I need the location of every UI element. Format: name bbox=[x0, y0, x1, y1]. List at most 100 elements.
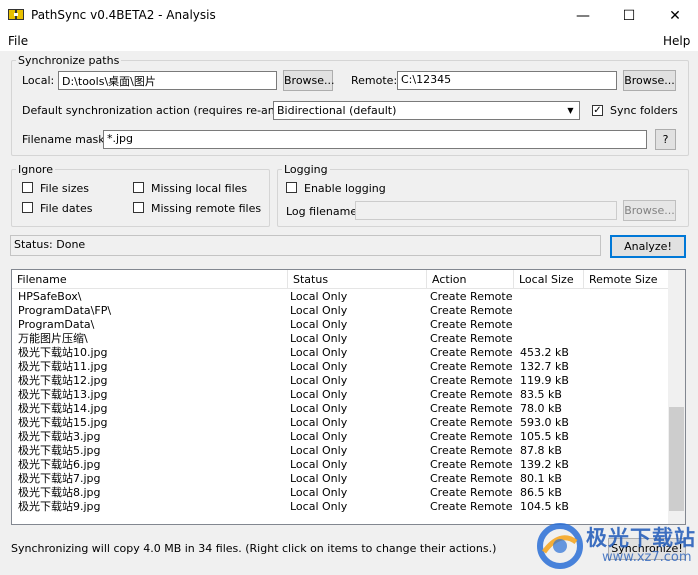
cell-filename: 万能图片压缩\ bbox=[18, 332, 88, 345]
table-row[interactable]: HPSafeBox\ Local Only Create Remote bbox=[12, 290, 670, 304]
app-icon bbox=[8, 9, 24, 20]
cell-status: Local Only bbox=[290, 388, 348, 401]
ignore-legend: Ignore bbox=[18, 163, 53, 176]
log-filename-label: Log filename: bbox=[286, 205, 361, 218]
analyze-button[interactable]: Analyze! bbox=[610, 235, 686, 258]
file-list[interactable]: Filename Status Action Local Size Remote… bbox=[11, 269, 686, 525]
table-row[interactable]: 极光下载站12.jpg Local Only Create Remote 119.9 … bbox=[12, 374, 670, 388]
table-row[interactable]: 极光下载站10.jpg Local Only Create Remote 453.2 … bbox=[12, 346, 670, 360]
mask-help-button[interactable]: ? bbox=[655, 129, 676, 150]
column-header-action[interactable]: Action bbox=[427, 270, 514, 289]
cell-filename: HPSafeBox\ bbox=[18, 290, 82, 303]
cell-filename: 极光下载站5.jpg bbox=[18, 444, 101, 457]
table-row[interactable]: 极光下载站15.jpg Local Only Create Remote 593.0 … bbox=[12, 416, 670, 430]
ignore-file-sizes-checkbox[interactable] bbox=[22, 182, 33, 193]
menu-bar: File Help bbox=[0, 31, 698, 51]
enable-logging-label: Enable logging bbox=[304, 182, 386, 195]
table-row[interactable]: 极光下载站7.jpg Local Only Create Remote 80.1 kB bbox=[12, 472, 670, 486]
ignore-missing-remote-label: Missing remote files bbox=[151, 202, 262, 215]
cell-status: Local Only bbox=[290, 486, 348, 499]
column-header-local-size[interactable]: Local Size bbox=[514, 270, 584, 289]
cell-local-size: 78.0 kB bbox=[520, 402, 562, 415]
watermark-logo: 极光下载站 www.xz7.com bbox=[536, 520, 696, 574]
cell-action: Create Remote bbox=[430, 388, 513, 401]
cell-local-size: 80.1 kB bbox=[520, 472, 562, 485]
remote-path-input[interactable]: C:\12345 bbox=[397, 71, 617, 90]
cell-status: Local Only bbox=[290, 346, 348, 359]
cell-status: Local Only bbox=[290, 374, 348, 387]
cell-local-size: 139.2 kB bbox=[520, 458, 569, 471]
close-button[interactable]: ✕ bbox=[652, 0, 698, 31]
cell-filename: ProgramData\ bbox=[18, 318, 95, 331]
ignore-file-dates-label: File dates bbox=[40, 202, 93, 215]
remote-label: Remote: bbox=[351, 74, 398, 87]
table-row[interactable]: 极光下载站5.jpg Local Only Create Remote 87.8 kB bbox=[12, 444, 670, 458]
local-label: Local: bbox=[22, 74, 55, 87]
minimize-button[interactable]: — bbox=[560, 0, 606, 31]
cell-filename: 极光下载站8.jpg bbox=[18, 486, 101, 499]
table-row[interactable]: 极光下载站6.jpg Local Only Create Remote 139.2 k… bbox=[12, 458, 670, 472]
ignore-missing-remote-checkbox[interactable] bbox=[133, 202, 144, 213]
table-row[interactable]: 万能图片压缩\ Local Only Create Remote bbox=[12, 332, 670, 346]
sync-paths-legend: Synchronize paths bbox=[18, 54, 120, 67]
table-row[interactable]: 极光下载站9.jpg Local Only Create Remote 104.5 k… bbox=[12, 500, 670, 514]
cell-local-size: 86.5 kB bbox=[520, 486, 562, 499]
cell-action: Create Remote bbox=[430, 290, 513, 303]
table-row[interactable]: 极光下载站3.jpg Local Only Create Remote 105.5 k… bbox=[12, 430, 670, 444]
log-filename-input[interactable] bbox=[355, 201, 617, 220]
check-icon: ✓ bbox=[593, 104, 602, 116]
ignore-missing-local-label: Missing local files bbox=[151, 182, 248, 195]
cell-filename: 极光下载站15.jpg bbox=[18, 416, 108, 429]
cell-action: Create Remote bbox=[430, 500, 513, 513]
menu-help[interactable]: Help bbox=[663, 34, 690, 48]
ignore-group: Ignore bbox=[11, 163, 270, 227]
chevron-down-icon: ▼ bbox=[567, 106, 574, 115]
scrollbar-thumb[interactable] bbox=[669, 407, 684, 511]
cell-filename: 极光下载站9.jpg bbox=[18, 500, 101, 513]
filename-mask-input[interactable]: *.jpg bbox=[103, 130, 647, 149]
cell-action: Create Remote bbox=[430, 304, 513, 317]
log-browse-button[interactable]: Browse... bbox=[623, 200, 676, 221]
cell-action: Create Remote bbox=[430, 458, 513, 471]
table-row[interactable]: 极光下载站14.jpg Local Only Create Remote 78.0 k… bbox=[12, 402, 670, 416]
cell-filename: 极光下载站7.jpg bbox=[18, 472, 101, 485]
column-header-filename[interactable]: Filename bbox=[12, 270, 288, 289]
ignore-file-dates-checkbox[interactable] bbox=[22, 202, 33, 213]
ignore-missing-local-checkbox[interactable] bbox=[133, 182, 144, 193]
footer-summary: Synchronizing will copy 4.0 MB in 34 fil… bbox=[11, 542, 497, 555]
cell-filename: 极光下载站6.jpg bbox=[18, 458, 101, 471]
table-row[interactable]: ProgramData\ Local Only Create Remote bbox=[12, 318, 670, 332]
window-title: PathSync v0.4BETA2 - Analysis bbox=[31, 8, 216, 22]
cell-status: Local Only bbox=[290, 304, 348, 317]
cell-status: Local Only bbox=[290, 318, 348, 331]
menu-file[interactable]: File bbox=[8, 34, 28, 48]
vertical-scrollbar[interactable] bbox=[668, 270, 685, 524]
maximize-button[interactable]: ☐ bbox=[606, 0, 652, 31]
sync-folders-checkbox[interactable]: ✓ bbox=[592, 105, 603, 116]
cell-status: Local Only bbox=[290, 444, 348, 457]
cell-filename: 极光下载站14.jpg bbox=[18, 402, 108, 415]
enable-logging-checkbox[interactable] bbox=[286, 182, 297, 193]
column-header-remote-size[interactable]: Remote Size bbox=[584, 270, 670, 289]
cell-status: Local Only bbox=[290, 430, 348, 443]
default-action-label: Default synchronization action (requires… bbox=[22, 104, 312, 117]
table-row[interactable]: ProgramData\FP\ Local Only Create Remote bbox=[12, 304, 670, 318]
local-browse-button[interactable]: Browse... bbox=[283, 70, 335, 91]
default-action-select[interactable]: Bidirectional (default) ▼ bbox=[273, 101, 580, 120]
column-header-status[interactable]: Status bbox=[288, 270, 427, 289]
remote-browse-button[interactable]: Browse... bbox=[623, 70, 676, 91]
cell-local-size: 104.5 kB bbox=[520, 500, 569, 513]
cell-action: Create Remote bbox=[430, 374, 513, 387]
table-row[interactable]: 极光下载站8.jpg Local Only Create Remote 86.5 kB bbox=[12, 486, 670, 500]
cell-action: Create Remote bbox=[430, 402, 513, 415]
filename-mask-label: Filename mask: bbox=[22, 133, 109, 146]
cell-status: Local Only bbox=[290, 458, 348, 471]
table-row[interactable]: 极光下载站11.jpg Local Only Create Remote 132.7 … bbox=[12, 360, 670, 374]
local-path-input[interactable]: D:\tools\桌面\图片 bbox=[58, 71, 277, 90]
cell-filename: ProgramData\FP\ bbox=[18, 304, 112, 317]
cell-local-size: 593.0 kB bbox=[520, 416, 569, 429]
table-row[interactable]: 极光下载站13.jpg Local Only Create Remote 83.5 k… bbox=[12, 388, 670, 402]
cell-status: Local Only bbox=[290, 416, 348, 429]
sync-folders-label: Sync folders bbox=[610, 104, 678, 117]
cell-filename: 极光下载站13.jpg bbox=[18, 388, 108, 401]
